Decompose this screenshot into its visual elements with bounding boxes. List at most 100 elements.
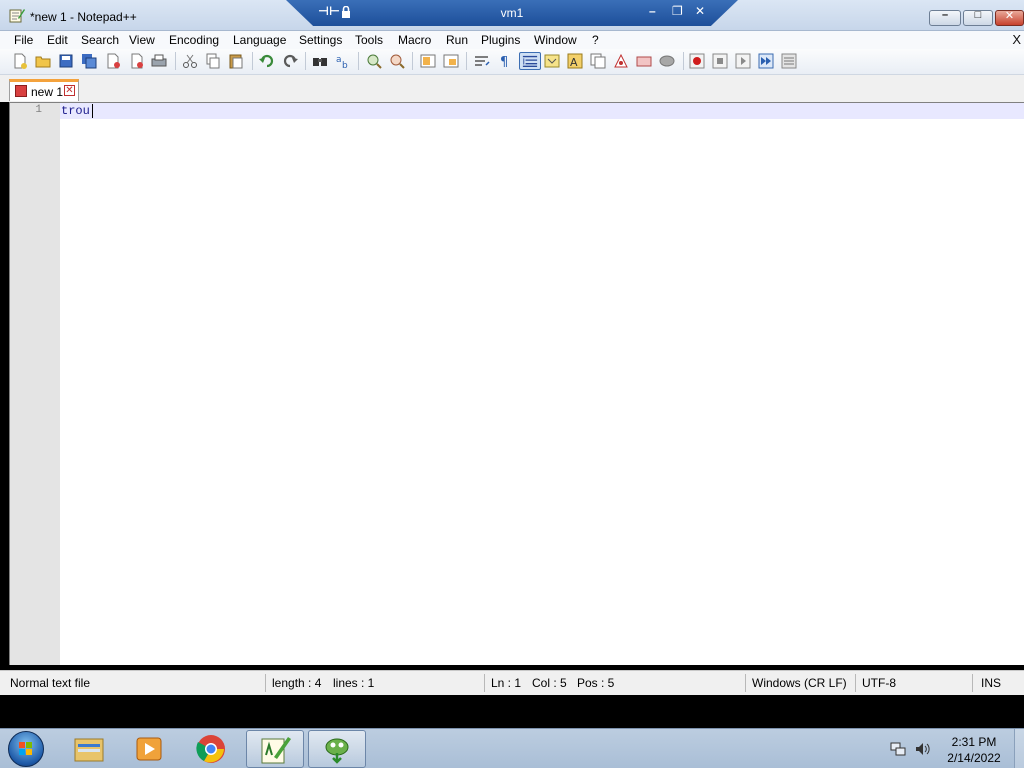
tab-close-icon[interactable]: ✕ [64, 85, 75, 96]
close-button[interactable]: ✕ [995, 10, 1024, 26]
toolbar-separator [305, 52, 306, 70]
undo-icon[interactable] [259, 53, 275, 69]
save-all-icon[interactable] [81, 53, 97, 69]
toolbar-separator [412, 52, 413, 70]
svg-text:¶: ¶ [500, 55, 508, 69]
rdp-minimize-button[interactable]: – [649, 4, 656, 18]
rdp-connection-bar: ⊣⊢ vm1 – ❐ ✕ [286, 0, 738, 26]
menu-encoding[interactable]: Encoding [169, 33, 219, 47]
close-icon[interactable] [105, 53, 121, 69]
close-all-icon[interactable] [128, 53, 144, 69]
minimize-icon: – [941, 9, 949, 21]
copy-icon[interactable] [205, 53, 221, 69]
status-separator [855, 674, 856, 692]
function-list-icon[interactable] [590, 53, 606, 69]
save-macro-icon[interactable] [781, 53, 797, 69]
line-number-gutter: 1 [10, 103, 60, 665]
print-icon[interactable] [151, 53, 167, 69]
status-insert-mode[interactable]: INS [981, 676, 1001, 690]
menu-tools[interactable]: Tools [355, 33, 383, 47]
new-file-icon[interactable] [12, 53, 28, 69]
status-encoding[interactable]: UTF-8 [862, 676, 896, 690]
svg-text:A: A [570, 56, 578, 69]
menu-view[interactable]: View [129, 33, 155, 47]
toolbar-separator [466, 52, 467, 70]
word-wrap-icon[interactable] [474, 53, 490, 69]
status-line: Ln : 1 [491, 676, 522, 690]
open-file-icon[interactable] [35, 53, 51, 69]
toolbar-separator [358, 52, 359, 70]
taskbar-notepad-updater[interactable] [308, 730, 366, 768]
remote-desktop-background [0, 695, 1024, 728]
menu-search[interactable]: Search [81, 33, 119, 47]
menu-bar: File Edit Search View Encoding Language … [0, 31, 1024, 49]
menu-language[interactable]: Language [233, 33, 286, 47]
taskbar-chrome[interactable] [183, 730, 241, 768]
toolbar-separator [175, 52, 176, 70]
menu-help[interactable]: ? [592, 33, 599, 47]
paste-icon[interactable] [228, 53, 244, 69]
line-number: 1 [35, 104, 42, 116]
minimize-button[interactable]: – [929, 9, 961, 26]
sync-vertical-icon[interactable] [420, 53, 436, 69]
windows-logo-icon [19, 742, 32, 755]
show-all-chars-icon[interactable]: ¶ [497, 53, 513, 69]
unsaved-file-icon [15, 85, 27, 97]
bubble-icon[interactable] [659, 53, 675, 69]
close-document-button[interactable]: X [1012, 32, 1021, 47]
clock-time: 2:31 PM [951, 735, 997, 749]
save-icon[interactable] [58, 53, 74, 69]
toolbar: ab ¶ A [0, 49, 1024, 75]
indent-guide-icon[interactable] [519, 52, 541, 70]
tab-new-1[interactable]: new 1 ✕ [9, 79, 79, 101]
cut-icon[interactable] [182, 53, 198, 69]
taskbar-notepad-plus-plus[interactable] [246, 730, 304, 768]
menu-settings[interactable]: Settings [299, 33, 342, 47]
network-icon[interactable] [890, 741, 906, 757]
status-separator [265, 674, 266, 692]
windows-explorer-icon [74, 738, 104, 762]
text-editor[interactable]: 1 trou [9, 102, 1024, 665]
taskbar: 2:31 PM 2/14/2022 [0, 728, 1024, 768]
zoom-in-icon[interactable] [366, 53, 382, 69]
menu-plugins[interactable]: Plugins [481, 33, 520, 47]
status-separator [972, 674, 973, 692]
folder-workspace-icon[interactable] [613, 53, 629, 69]
stop-macro-icon[interactable] [712, 53, 728, 69]
find-icon[interactable] [312, 53, 328, 69]
menu-macro[interactable]: Macro [398, 33, 431, 47]
replace-icon[interactable]: ab [335, 53, 351, 69]
document-map-icon[interactable]: A [567, 53, 583, 69]
show-desktop-button[interactable] [1014, 729, 1024, 768]
status-bar: Normal text file length : 4 lines : 1 Ln… [0, 670, 1024, 695]
menu-window[interactable]: Window [534, 33, 577, 47]
redo-icon[interactable] [282, 53, 298, 69]
record-macro-icon[interactable] [689, 53, 705, 69]
menu-edit[interactable]: Edit [47, 33, 68, 47]
zoom-out-icon[interactable] [389, 53, 405, 69]
rdp-restore-button[interactable]: ❐ [672, 4, 683, 18]
status-file-type: Normal text file [10, 676, 91, 690]
toolbar-separator [252, 52, 253, 70]
notepad-plus-plus-icon [261, 737, 291, 764]
monitoring-icon[interactable] [636, 53, 652, 69]
taskbar-media-player[interactable] [120, 730, 178, 768]
maximize-button[interactable]: □ [963, 9, 993, 26]
maximize-icon: □ [974, 9, 982, 21]
system-clock[interactable]: 2:31 PM 2/14/2022 [938, 734, 1010, 766]
volume-icon[interactable] [914, 741, 930, 757]
status-position: Pos : 5 [577, 676, 615, 690]
start-button[interactable] [8, 731, 44, 767]
taskbar-explorer[interactable] [60, 730, 118, 768]
media-player-icon [136, 737, 162, 761]
play-macro-icon[interactable] [735, 53, 751, 69]
language-icon[interactable] [544, 53, 560, 69]
tab-bar: new 1 ✕ [0, 75, 1024, 102]
status-eol-format[interactable]: Windows (CR LF) [752, 676, 847, 690]
editor-text[interactable]: trou [61, 104, 90, 118]
rdp-close-button[interactable]: ✕ [695, 4, 705, 18]
menu-file[interactable]: File [14, 33, 33, 47]
run-macro-multiple-icon[interactable] [758, 53, 774, 69]
menu-run[interactable]: Run [446, 33, 468, 47]
sync-horizontal-icon[interactable] [443, 53, 459, 69]
